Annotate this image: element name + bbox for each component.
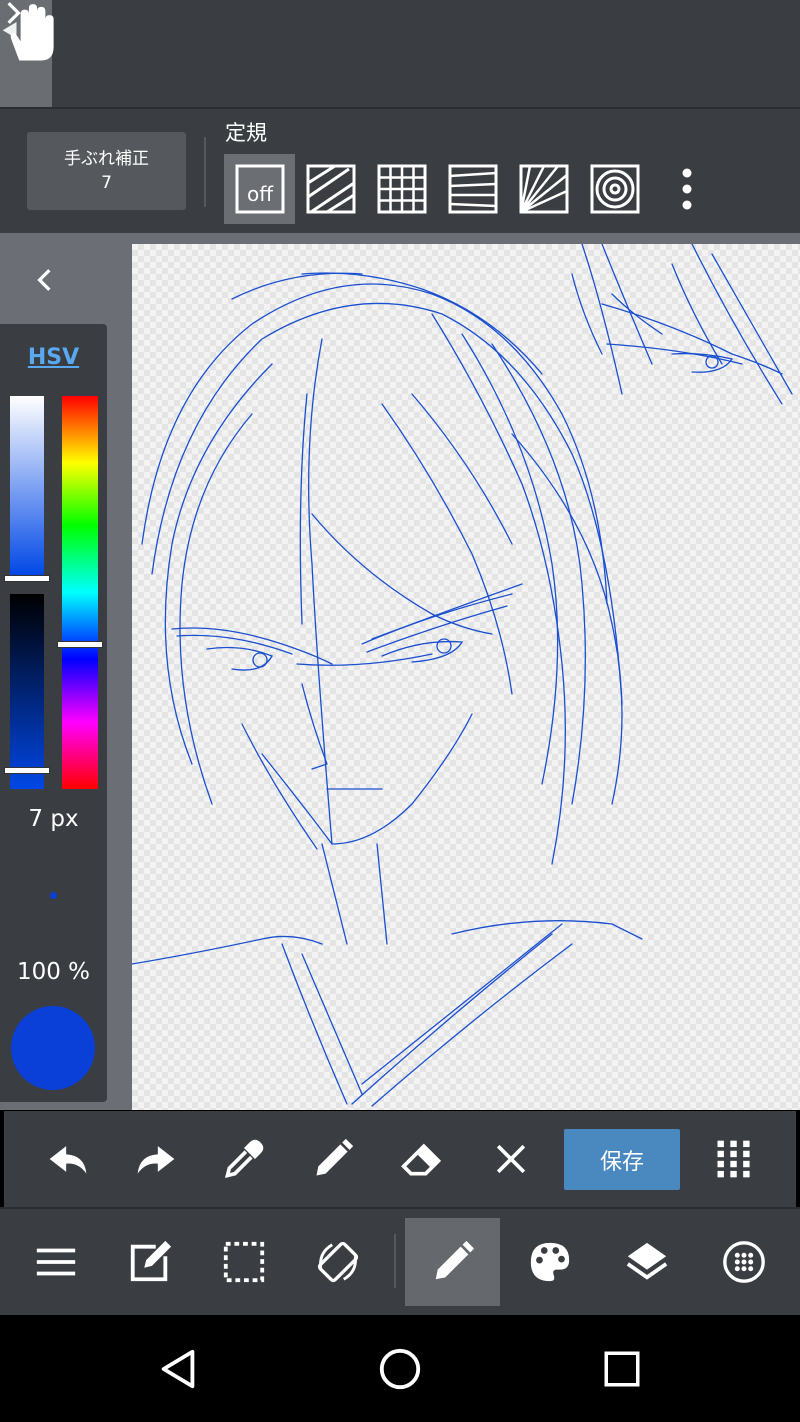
stabilizer-button[interactable]: 手ぶれ補正 7 [27, 132, 186, 210]
selection-button[interactable] [196, 1210, 292, 1314]
current-color-swatch[interactable] [11, 1006, 95, 1090]
ruler-off-button[interactable]: off [224, 154, 295, 224]
more-vertical-icon [682, 168, 691, 210]
bottom-divider [394, 1234, 396, 1288]
rotate-canvas-button[interactable] [290, 1210, 386, 1314]
saturation-slider[interactable] [10, 396, 44, 576]
back-triangle-icon [161, 1349, 195, 1388]
collapse-panel-button[interactable] [20, 258, 70, 302]
selection-marquee-icon [223, 1241, 265, 1283]
grid-ruler-icon [377, 164, 426, 214]
screen-rotation-icon [317, 1241, 359, 1283]
brush-size-label[interactable]: 7 px [0, 806, 107, 832]
chevron-right-icon [7, 2, 21, 24]
eyedropper-icon [224, 1139, 264, 1179]
sketch-artwork [132, 244, 793, 1107]
ruler-perspective-1-button[interactable] [437, 154, 508, 224]
eyedropper-button[interactable] [200, 1111, 288, 1207]
ruler-off-label: off [246, 182, 273, 206]
material-button[interactable] [696, 1210, 792, 1314]
redo-icon [137, 1146, 175, 1174]
saturation-slider-knob[interactable] [4, 575, 50, 582]
main-menu-button[interactable] [8, 1210, 104, 1314]
pencil-icon [316, 1138, 354, 1176]
dotted-circle-icon [723, 1241, 765, 1283]
color-palette-button[interactable] [502, 1210, 598, 1314]
ruler-grid-button[interactable] [366, 154, 437, 224]
hue-slider[interactable] [62, 396, 98, 789]
drawing-canvas[interactable] [132, 244, 800, 1110]
perspective-lines-ruler-icon [448, 164, 497, 214]
redo-button[interactable] [112, 1111, 200, 1207]
toolbar-more-button[interactable] [0, 0, 26, 30]
clear-button[interactable] [467, 1111, 555, 1207]
ruler-menu-button[interactable] [651, 154, 722, 224]
layers-button[interactable] [599, 1210, 695, 1314]
recents-square-icon [604, 1351, 640, 1386]
brush-size-preview [50, 892, 57, 899]
ruler-off-icon: off [235, 164, 284, 214]
brightness-slider-knob[interactable] [4, 767, 50, 774]
nav-recents-button[interactable] [567, 1315, 677, 1422]
ruler-divider [204, 137, 206, 207]
hsv-tab[interactable]: HSV [0, 345, 107, 370]
concentric-circle-ruler-icon [590, 164, 639, 214]
ruler-parallel-diagonal-button[interactable] [295, 154, 366, 224]
opacity-label[interactable]: 100 % [0, 959, 107, 985]
palette-icon [530, 1242, 570, 1282]
ruler-title: 定規 [225, 121, 267, 145]
edit-button[interactable] [102, 1210, 198, 1314]
pencil-icon [435, 1240, 474, 1280]
ruler-radial-button[interactable] [508, 154, 579, 224]
home-circle-icon [379, 1348, 421, 1389]
stabilizer-value: 7 [101, 173, 112, 193]
brush-panel-button[interactable] [405, 1218, 500, 1306]
hamburger-menu-icon [36, 1248, 76, 1276]
layers-icon [626, 1242, 668, 1280]
close-icon [496, 1144, 526, 1174]
top-toolbar [0, 0, 800, 109]
radial-lines-ruler-icon [519, 164, 568, 214]
nav-home-button[interactable] [345, 1315, 455, 1422]
chevron-left-icon [37, 269, 51, 291]
stabilizer-label: 手ぶれ補正 [64, 149, 149, 169]
ruler-concentric-button[interactable] [579, 154, 650, 224]
parallel-diagonal-ruler-icon [306, 164, 355, 214]
undo-button[interactable] [24, 1111, 112, 1207]
save-button[interactable]: 保存 [564, 1129, 680, 1190]
brightness-slider[interactable] [10, 594, 44, 789]
eraser-icon [401, 1143, 442, 1176]
dots-grid-icon [717, 1140, 750, 1178]
hue-slider-knob[interactable] [57, 641, 103, 648]
nav-back-button[interactable] [124, 1315, 234, 1422]
undo-icon [49, 1146, 87, 1174]
pen-button[interactable] [289, 1111, 377, 1207]
quick-grid-button[interactable] [690, 1111, 778, 1207]
eraser-button[interactable] [378, 1111, 466, 1207]
edit-square-icon [130, 1240, 172, 1282]
